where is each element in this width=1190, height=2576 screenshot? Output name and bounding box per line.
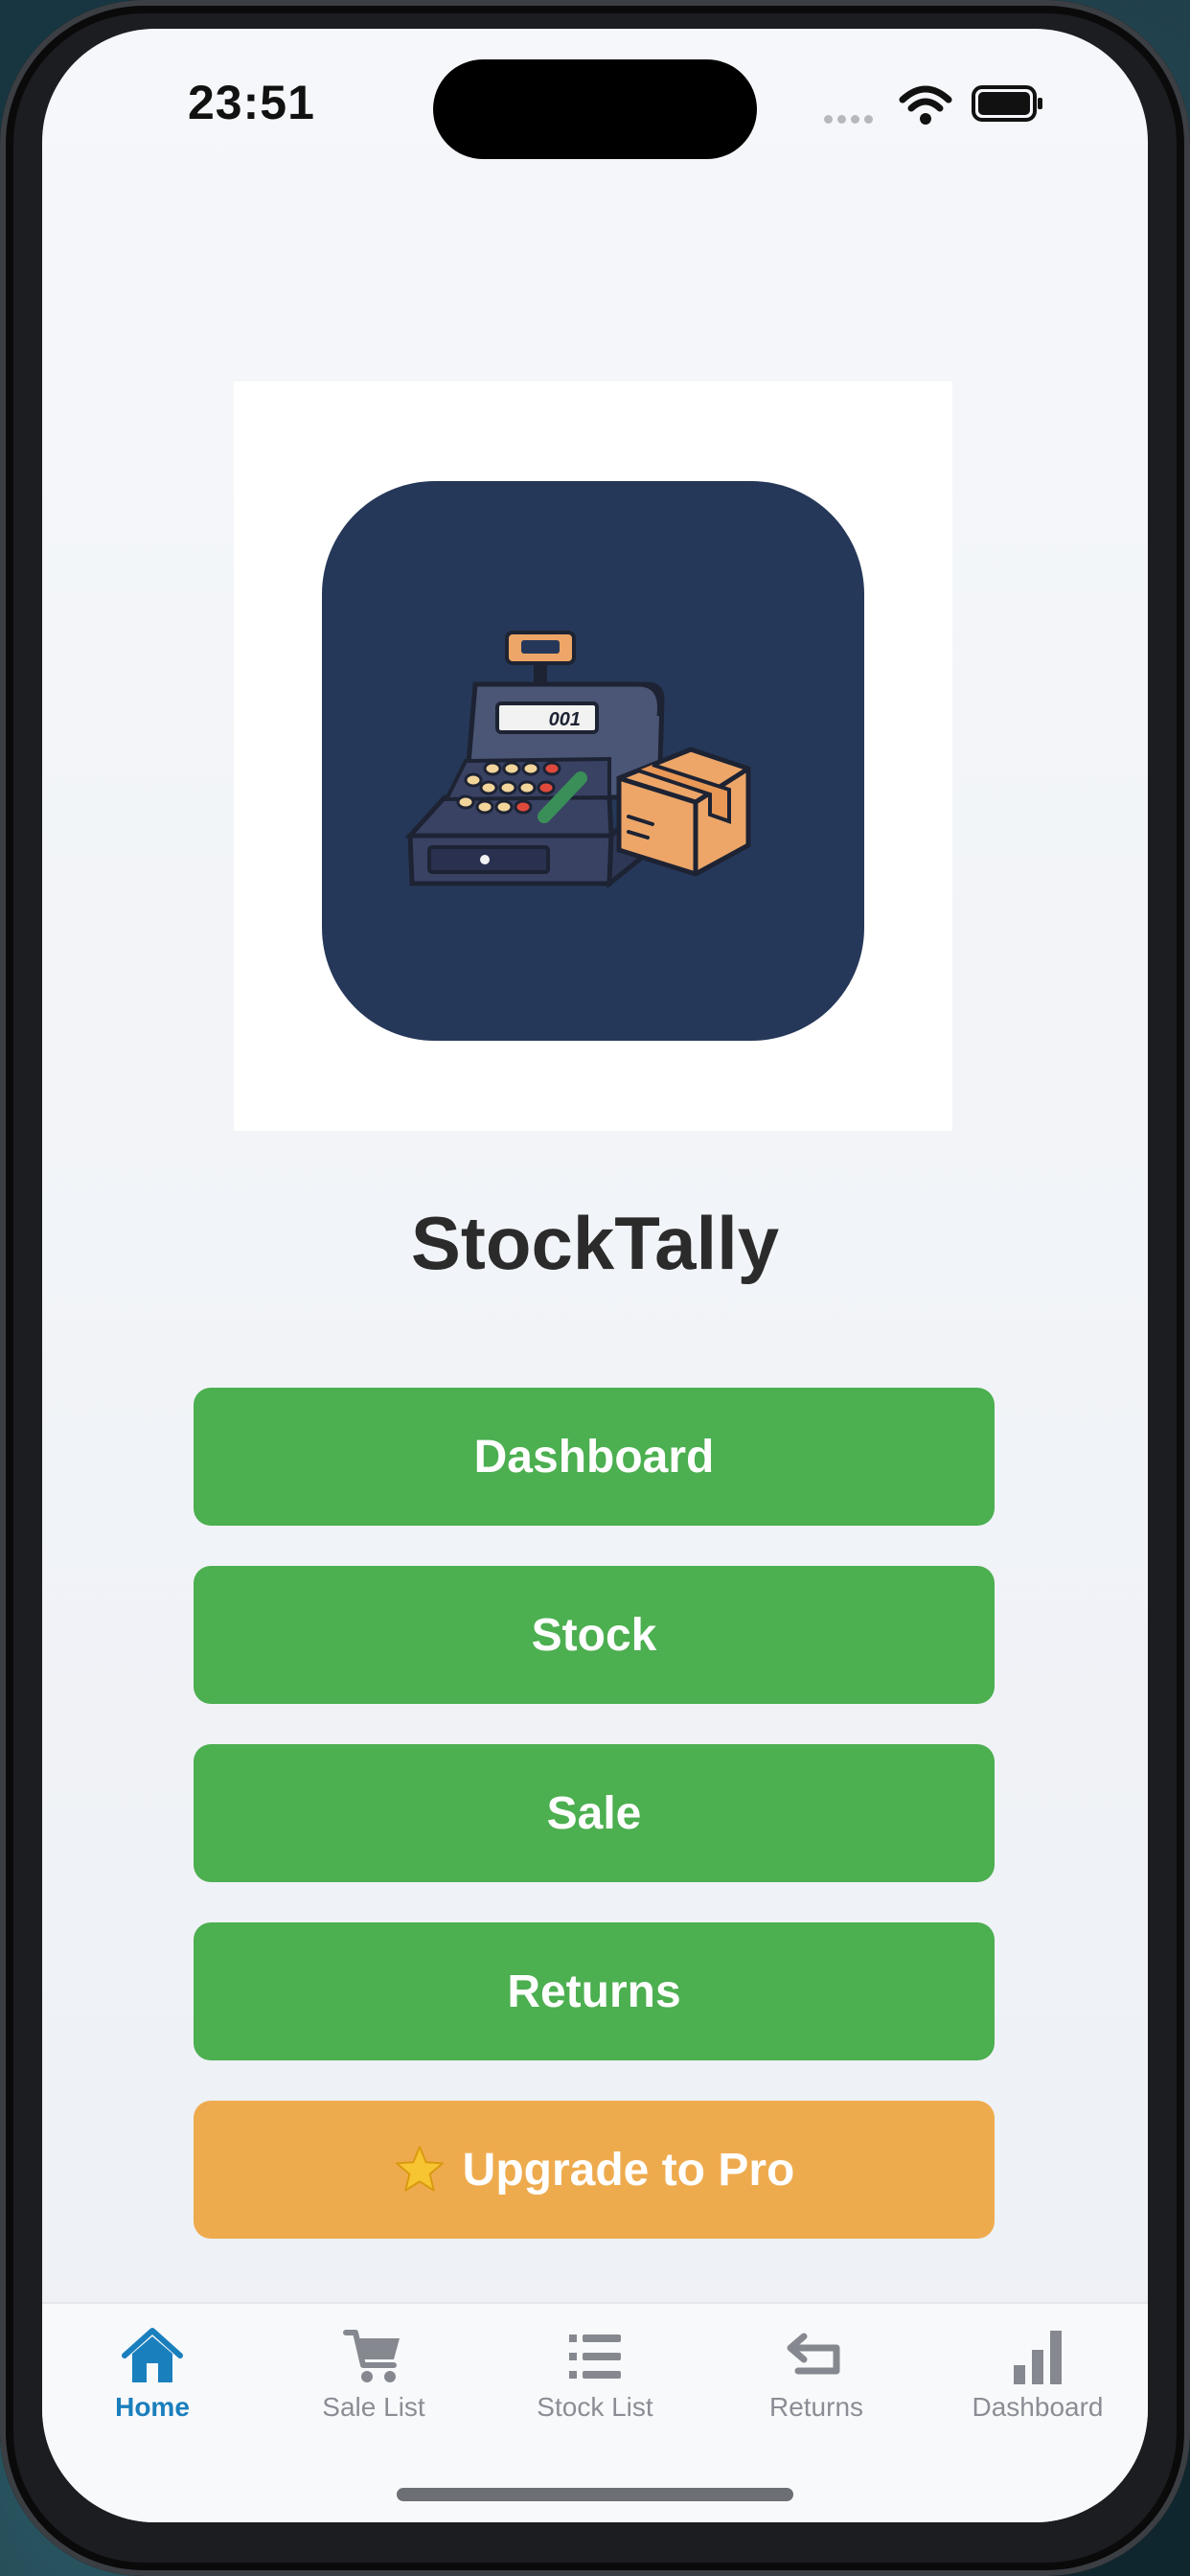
status-time: 23:51	[188, 76, 315, 129]
cellular-signal-icon	[824, 111, 878, 128]
returns-button[interactable]: Returns	[194, 1922, 995, 2060]
phone-frame: 23:51 001 StockTally Dashboard Stock Sal…	[0, 0, 1190, 2576]
home-icon	[122, 2328, 183, 2382]
wifi-icon	[899, 85, 952, 125]
status-bar: 23:51	[42, 29, 1148, 182]
dynamic-island	[433, 59, 757, 159]
cash-register-icon: 001	[404, 631, 751, 889]
star-icon	[395, 2146, 444, 2192]
tab-stock-list[interactable]: Stock List	[485, 2304, 705, 2448]
upgrade-to-pro-button[interactable]: Upgrade to Pro	[194, 2101, 995, 2239]
app-logo: 001	[322, 481, 864, 1041]
tab-sale-list-label: Sale List	[322, 2392, 425, 2422]
register-display: 001	[549, 709, 581, 730]
dashboard-button[interactable]: Dashboard	[194, 1388, 995, 1526]
dashboard-button-label: Dashboard	[473, 1431, 715, 1483]
tab-stock-list-label: Stock List	[537, 2392, 653, 2422]
tab-returns[interactable]: Returns	[706, 2304, 927, 2448]
list-icon	[569, 2334, 621, 2379]
tab-home[interactable]: Home	[42, 2304, 263, 2448]
app-title: StockTally	[410, 1201, 780, 1285]
stock-button-label: Stock	[531, 1609, 657, 1661]
upgrade-button-label: Upgrade to Pro	[462, 2144, 795, 2196]
app-logo-card: 001	[234, 381, 952, 1131]
cart-icon	[343, 2330, 400, 2382]
return-arrow-icon	[787, 2333, 840, 2375]
sale-button-label: Sale	[546, 1787, 642, 1839]
tab-dashboard-label: Dashboard	[972, 2392, 1104, 2422]
tab-sale-list[interactable]: Sale List	[263, 2304, 484, 2448]
stock-button[interactable]: Stock	[194, 1566, 995, 1704]
home-indicator[interactable]	[397, 2488, 793, 2501]
sale-button[interactable]: Sale	[194, 1744, 995, 1882]
bar-chart-icon	[1014, 2331, 1062, 2384]
returns-button-label: Returns	[507, 1966, 681, 2017]
tab-home-label: Home	[115, 2392, 190, 2422]
screen: 23:51 001 StockTally Dashboard Stock Sal…	[42, 29, 1148, 2522]
tab-dashboard[interactable]: Dashboard	[927, 2304, 1148, 2448]
tab-returns-label: Returns	[768, 2392, 864, 2422]
battery-icon	[972, 85, 1042, 122]
